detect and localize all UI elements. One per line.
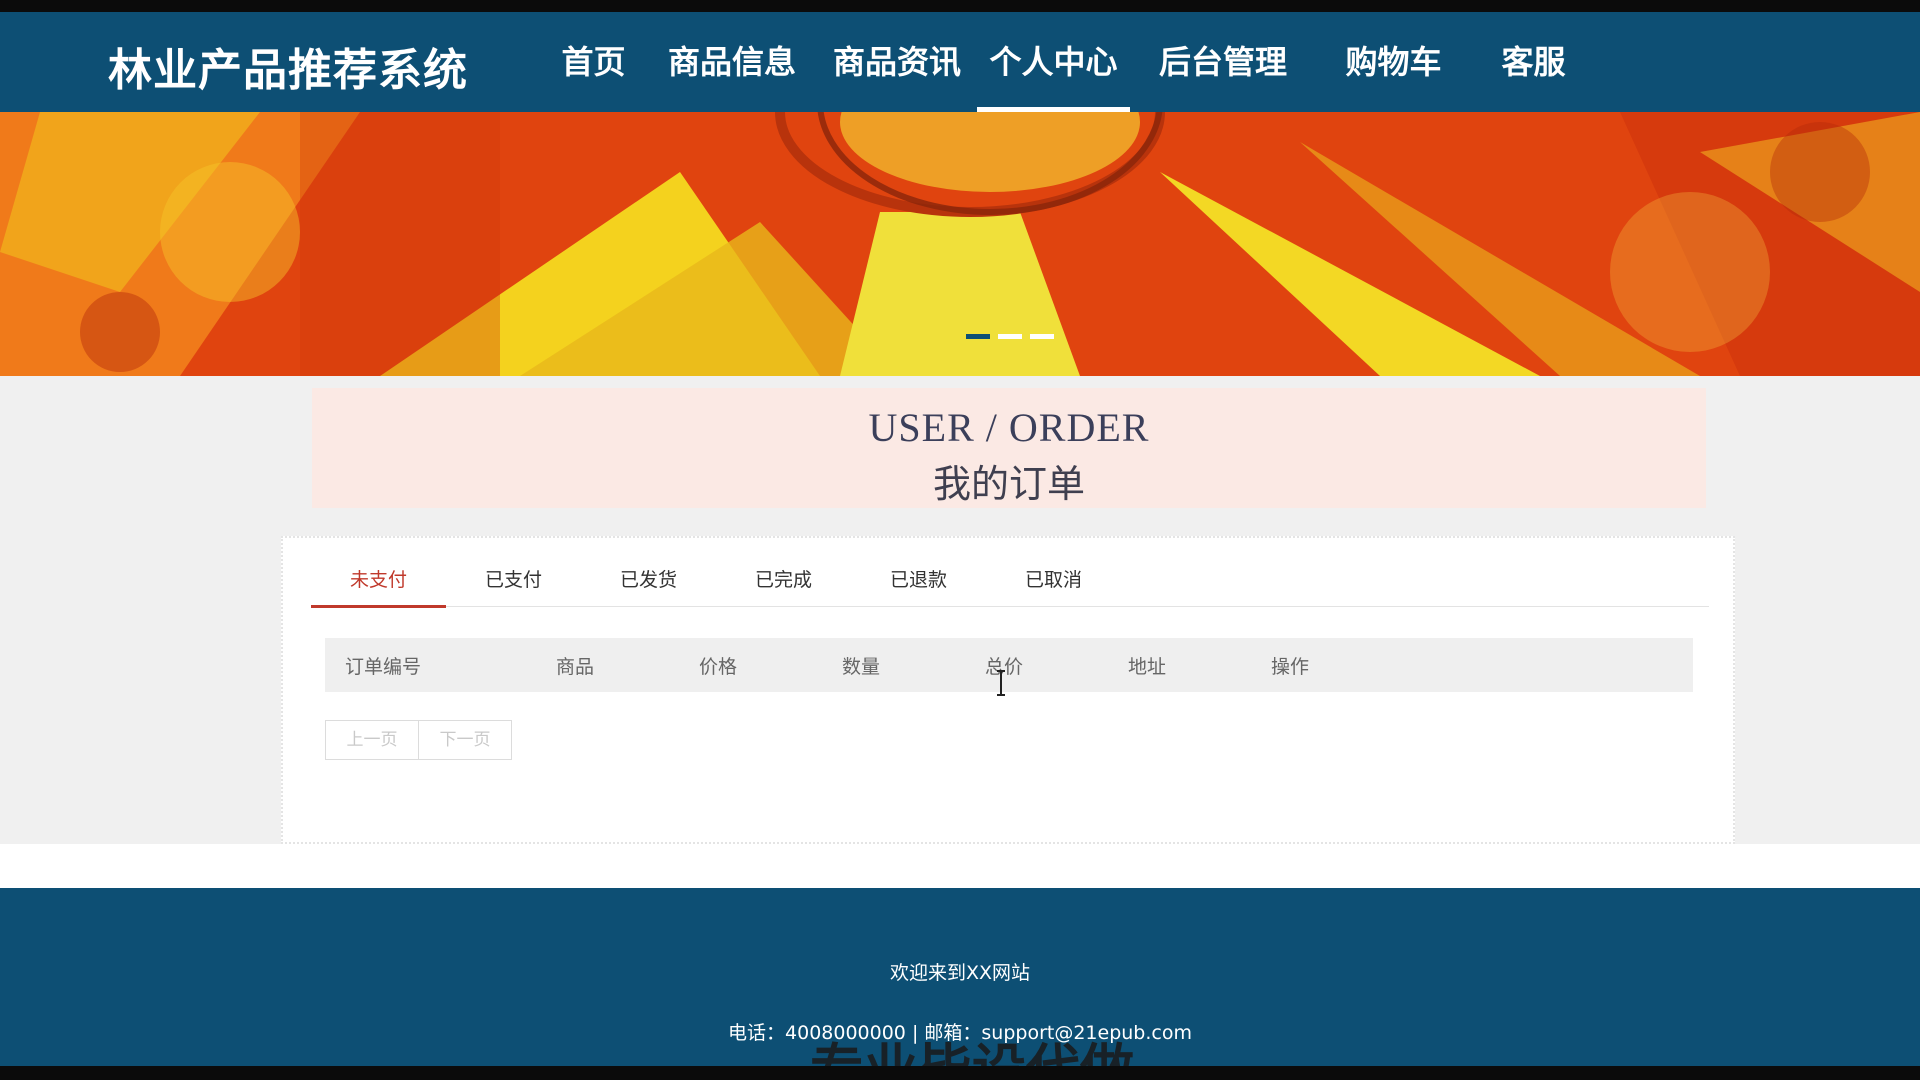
column-header-actions: 操作 bbox=[1271, 655, 1310, 678]
pagination: 上一页 下一页 bbox=[325, 720, 512, 760]
banner-carousel[interactable] bbox=[0, 112, 1920, 376]
column-header-price: 价格 bbox=[699, 655, 738, 678]
next-page-button[interactable]: 下一页 bbox=[418, 720, 512, 760]
bottom-letterbox bbox=[0, 1066, 1920, 1080]
tab-shipped[interactable]: 已发货 bbox=[581, 560, 716, 606]
site-header: 林业产品推荐系统 首页 商品信息 商品资讯 个人中心 后台管理 购物车 客服 bbox=[0, 12, 1920, 112]
nav-item-product-news[interactable]: 商品资讯 bbox=[817, 12, 977, 112]
text-cursor-icon bbox=[997, 670, 1005, 696]
column-header-total: 总价 bbox=[985, 655, 1024, 678]
site-title[interactable]: 林业产品推荐系统 bbox=[108, 34, 468, 98]
tab-paid[interactable]: 已支付 bbox=[446, 560, 581, 606]
carousel-dot-2[interactable] bbox=[998, 334, 1022, 339]
nav-item-user-center[interactable]: 个人中心 bbox=[977, 12, 1130, 112]
nav-item-product-info[interactable]: 商品信息 bbox=[647, 12, 817, 112]
column-header-quantity: 数量 bbox=[842, 655, 881, 678]
orders-table-header: 订单编号 商品 价格 数量 总价 地址 操作 bbox=[325, 638, 1693, 692]
column-header-order-number: 订单编号 bbox=[345, 655, 422, 678]
banner-artwork bbox=[0, 112, 1920, 376]
nav-item-customer-service[interactable]: 客服 bbox=[1471, 12, 1596, 112]
content-bottom-spacer bbox=[0, 844, 1920, 888]
order-panel: 未支付 已支付 已发货 已完成 已退款 已取消 订单编号 商品 价格 数量 总价… bbox=[281, 536, 1735, 844]
nav-item-home[interactable]: 首页 bbox=[540, 12, 647, 112]
nav-item-cart[interactable]: 购物车 bbox=[1316, 12, 1471, 112]
tab-cancelled[interactable]: 已取消 bbox=[986, 560, 1121, 606]
tab-refunded[interactable]: 已退款 bbox=[851, 560, 986, 606]
column-header-address: 地址 bbox=[1128, 655, 1167, 678]
column-header-product: 商品 bbox=[556, 655, 595, 678]
page-title-zh: 我的订单 bbox=[932, 462, 1085, 506]
footer-welcome: 欢迎来到XX网站 bbox=[889, 962, 1031, 984]
prev-page-button[interactable]: 上一页 bbox=[325, 720, 419, 760]
page-title-en: USER / ORDER bbox=[868, 405, 1150, 450]
tab-completed[interactable]: 已完成 bbox=[716, 560, 851, 606]
order-status-tabs: 未支付 已支付 已发货 已完成 已退款 已取消 bbox=[311, 560, 1709, 608]
main-nav: 首页 商品信息 商品资讯 个人中心 后台管理 购物车 客服 bbox=[540, 12, 1596, 112]
carousel-dot-1[interactable] bbox=[966, 334, 990, 339]
nav-item-admin[interactable]: 后台管理 bbox=[1130, 12, 1316, 112]
page-title-panel: USER / ORDER 我的订单 bbox=[312, 388, 1706, 508]
carousel-indicators bbox=[966, 334, 1054, 339]
carousel-dot-3[interactable] bbox=[1030, 334, 1054, 339]
tab-unpaid[interactable]: 未支付 bbox=[311, 560, 446, 608]
top-letterbox bbox=[0, 0, 1920, 12]
